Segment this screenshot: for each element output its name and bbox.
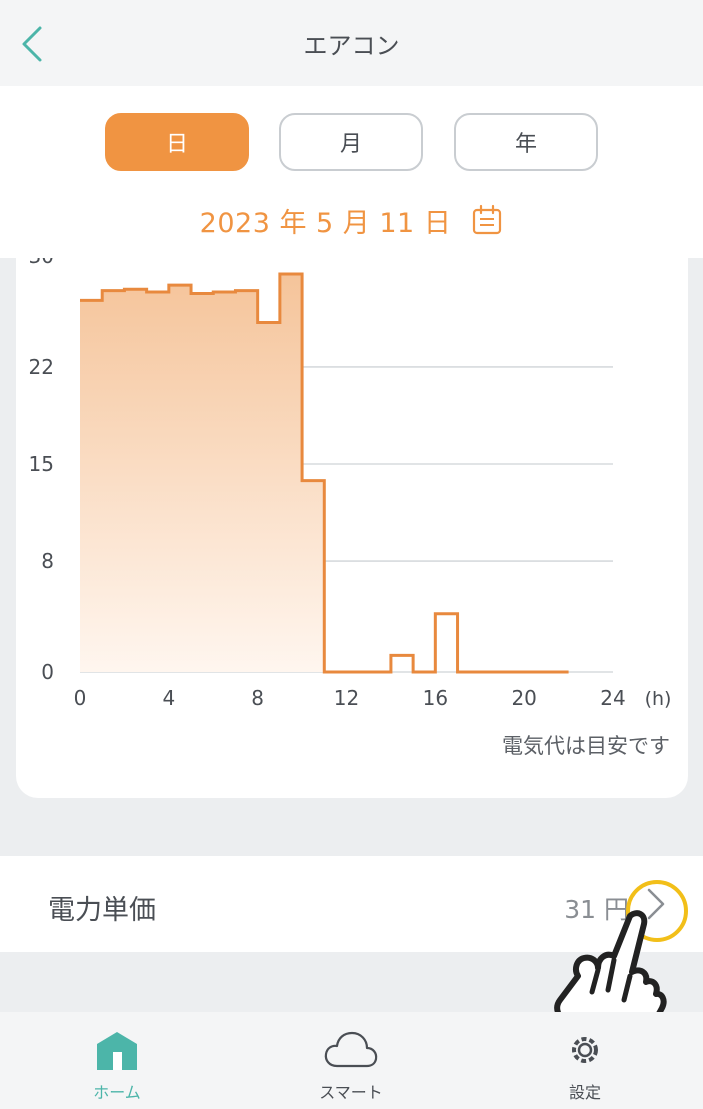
x-tick-label: 0 — [74, 686, 87, 710]
chart-card: 0 8 15 22 30 0 4 8 12 16 20 24 (h) 電気代は目安です — [16, 258, 688, 798]
y-tick-label: 15 — [29, 452, 54, 476]
tabbar-label-smart: スマート — [319, 1083, 383, 1102]
tabbar-item-settings[interactable]: 設定 — [468, 1012, 702, 1109]
x-tick-label: 8 — [251, 686, 264, 710]
bottom-tab-bar: ホーム スマート 設定 — [0, 1012, 703, 1109]
chart-note: 電気代は目安です — [502, 734, 670, 758]
price-label: 電力単価 — [48, 895, 156, 926]
tabbar-label-home: ホーム — [93, 1083, 141, 1102]
cloud-icon — [324, 1031, 378, 1068]
page-title: エアコン — [303, 32, 400, 60]
x-unit-label: (h) — [645, 688, 672, 710]
chart-area-fill — [80, 274, 325, 672]
y-tick-label: 22 — [29, 355, 54, 379]
tabbar-item-smart[interactable]: スマート — [234, 1012, 468, 1109]
y-tick-label: 0 — [41, 660, 54, 684]
house-icon — [97, 1032, 137, 1070]
tabbar-label-settings: 設定 — [568, 1083, 601, 1102]
date-row: 2023 年 5 月 11 日 — [0, 200, 703, 240]
x-tick-label: 20 — [511, 686, 536, 710]
x-tick-label: 16 — [423, 686, 448, 710]
tab-year[interactable]: 年 — [454, 113, 598, 171]
x-tick-label: 4 — [162, 686, 175, 710]
x-tick-label: 12 — [334, 686, 359, 710]
y-tick-label: 30 — [29, 258, 54, 268]
header-bar: エアコン — [0, 0, 703, 86]
tab-month[interactable]: 月 — [279, 113, 423, 171]
y-tick-label: 8 — [41, 549, 54, 573]
period-panel: 日 月 年 2023 年 5 月 11 日 — [0, 86, 703, 258]
gear-icon — [572, 1037, 598, 1063]
usage-chart: 0 8 15 22 30 0 4 8 12 16 20 24 (h) — [29, 258, 672, 710]
x-tick-label: 24 — [600, 686, 625, 710]
calendar-icon[interactable] — [471, 204, 503, 236]
date-label: 2023 年 5 月 11 日 — [199, 207, 452, 239]
tabbar-item-home[interactable]: ホーム — [0, 1012, 234, 1109]
tab-day[interactable]: 日 — [105, 113, 249, 171]
